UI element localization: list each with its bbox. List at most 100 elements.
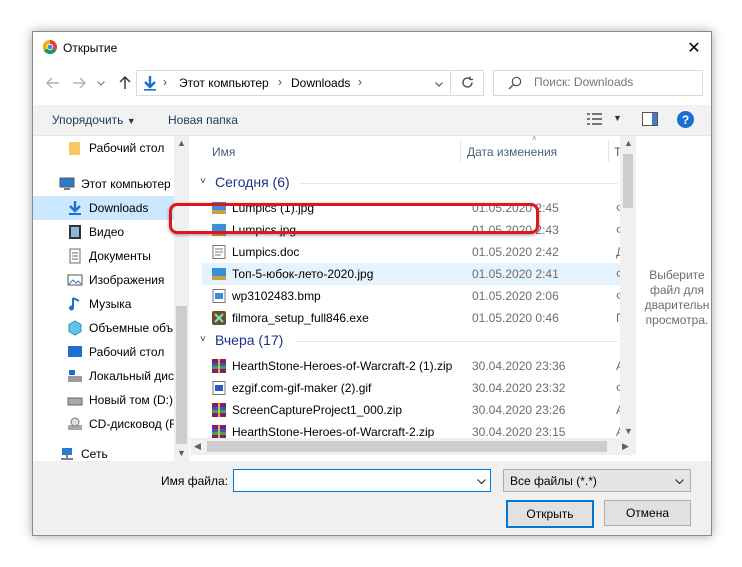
file-list-vertical-scrollbar[interactable]: ▲ ▼ — [620, 136, 636, 438]
group-header-yesterday[interactable]: Вчера (17) — [215, 332, 283, 348]
command-bar: Упорядочить ▼ Новая папка ▼ ? — [33, 105, 711, 136]
group-divider — [300, 183, 618, 184]
gif-file-icon — [212, 381, 226, 395]
sidebar-item-downloads[interactable]: Downloads — [33, 196, 189, 220]
close-button[interactable]: ✕ — [677, 32, 711, 63]
filename-dropdown-icon[interactable] — [477, 473, 486, 487]
help-button[interactable]: ? — [677, 111, 694, 128]
chrome-icon — [43, 40, 57, 54]
search-box[interactable] — [493, 70, 703, 96]
recent-locations-button[interactable] — [95, 75, 107, 91]
search-input[interactable] — [534, 75, 694, 89]
breadcrumb-chevron-icon: › — [358, 75, 362, 89]
sidebar-item-label: Downloads — [89, 201, 149, 215]
new-folder-button[interactable]: Новая папка — [168, 113, 238, 127]
file-list: Имя Дата изменения Т ˄ ˅ Сегодня (6) Lum… — [190, 136, 620, 461]
sidebar-item-video[interactable]: Видео — [33, 220, 189, 244]
video-icon — [69, 225, 81, 239]
file-name: Топ-5-юбок-лето-2020.jpg — [232, 267, 374, 281]
sidebar-item-pictures[interactable]: Изображения — [33, 268, 189, 292]
arrow-left-icon — [46, 77, 59, 89]
group-header-today[interactable]: Сегодня (6) — [215, 174, 290, 190]
desktop-icon — [68, 346, 82, 357]
file-row[interactable]: wp3102483.bmp 01.05.2020 2:06 Ф — [202, 285, 620, 307]
view-dropdown-icon[interactable]: ▼ — [613, 113, 622, 123]
column-date[interactable]: Дата изменения — [467, 145, 557, 159]
sidebar-item-label: Объемные объ — [89, 321, 174, 335]
download-icon — [69, 201, 81, 215]
group-collapse-icon[interactable]: ˅ — [200, 334, 206, 345]
filename-input[interactable] — [237, 472, 467, 488]
forward-button[interactable] — [71, 75, 87, 91]
organize-button[interactable]: Упорядочить ▼ — [52, 113, 136, 127]
filename-field[interactable] — [233, 469, 491, 492]
group-collapse-icon[interactable]: ˅ — [200, 176, 206, 187]
file-name: ezgif.com-gif-maker (2).gif — [232, 381, 372, 395]
refresh-icon — [461, 76, 473, 88]
documents-icon — [69, 248, 81, 264]
sidebar-item-documents[interactable]: Документы — [33, 244, 189, 268]
drive-icon — [67, 397, 83, 406]
file-type-filter[interactable]: Все файлы (*.*) — [503, 469, 691, 492]
sidebar-scroll-thumb[interactable] — [176, 306, 187, 444]
file-date: 01.05.2020 2:42 — [472, 245, 559, 259]
horizontal-scroll-thumb[interactable] — [207, 441, 607, 452]
file-row[interactable]: Топ-5-юбок-лето-2020.jpg 01.05.2020 2:41… — [202, 263, 620, 285]
file-row[interactable]: Lumpics.doc 01.05.2020 2:42 Д — [202, 241, 620, 263]
open-button[interactable]: Открыть — [506, 500, 594, 528]
sidebar-item-local-disk[interactable]: Локальный дис — [33, 364, 189, 388]
scroll-up-icon[interactable]: ▲ — [177, 138, 186, 148]
sidebar-item-label: Видео — [89, 225, 125, 239]
file-name: Lumpics.doc — [232, 245, 300, 259]
breadcrumb-downloads[interactable]: Downloads — [291, 76, 350, 90]
cancel-button[interactable]: Отмена — [604, 500, 691, 526]
scroll-down-icon[interactable]: ▼ — [624, 426, 633, 436]
address-bar[interactable]: › Этот компьютер › Downloads › — [136, 70, 484, 96]
preview-line: файл для — [649, 283, 705, 297]
file-row[interactable]: ezgif.com-gif-maker (2).gif 30.04.2020 2… — [202, 377, 620, 399]
file-date: 30.04.2020 23:26 — [472, 403, 566, 417]
local-disk-icon — [68, 370, 82, 382]
file-list-scroll-thumb[interactable] — [623, 154, 633, 208]
file-list-horizontal-scrollbar[interactable]: ◀ ▶ — [190, 438, 636, 455]
sidebar-item-desktop-quick[interactable]: Рабочий стол — [33, 136, 189, 160]
file-row[interactable]: HearthStone-Heroes-of-Warcraft-2 (1).zip… — [202, 355, 620, 377]
sidebar-item-volume-d[interactable]: Новый том (D:) — [33, 388, 189, 412]
sidebar-item-music[interactable]: Музыка — [33, 292, 189, 316]
sidebar-item-network[interactable]: Сеть — [33, 442, 189, 461]
image-file-icon — [212, 268, 226, 280]
column-name[interactable]: Имя — [212, 145, 235, 159]
sidebar-item-label: Документы — [89, 249, 151, 263]
breadcrumb-this-pc[interactable]: Этот компьютер — [179, 76, 269, 90]
sidebar-item-3d-objects[interactable]: Объемные объ — [33, 316, 189, 340]
file-date: 30.04.2020 23:36 — [472, 359, 566, 373]
sidebar-item-cd-drive[interactable]: CD-дисковод (F — [33, 412, 189, 436]
view-options-button[interactable] — [587, 112, 603, 129]
file-row[interactable]: filmora_setup_full846.exe 01.05.2020 0:4… — [202, 307, 620, 329]
file-type-filter-value: Все файлы (*.*) — [510, 474, 597, 488]
refresh-button[interactable] — [450, 70, 483, 94]
open-file-dialog: Открытие ✕ › Этот компьютер › Downloads … — [32, 31, 712, 536]
scroll-right-icon[interactable]: ▶ — [622, 441, 629, 452]
organize-label: Упорядочить — [52, 113, 124, 127]
sidebar-scrollbar[interactable]: ▲ ▼ — [174, 136, 189, 461]
filename-label: Имя файла: — [161, 474, 228, 488]
up-button[interactable] — [117, 75, 133, 91]
file-row[interactable]: ScreenCaptureProject1_000.zip 30.04.2020… — [202, 399, 620, 421]
sidebar-item-label: Рабочий стол — [89, 141, 165, 155]
file-date: 01.05.2020 2:41 — [472, 267, 559, 281]
back-button[interactable] — [45, 75, 61, 91]
address-dropdown-icon[interactable] — [435, 76, 443, 90]
scroll-left-icon[interactable]: ◀ — [194, 441, 201, 452]
sidebar-item-this-pc[interactable]: Этот компьютер — [33, 172, 189, 196]
file-date: 30.04.2020 23:15 — [472, 425, 566, 439]
scroll-down-icon[interactable]: ▼ — [177, 448, 186, 458]
bitmap-file-icon — [212, 289, 226, 303]
archive-file-icon — [212, 403, 226, 417]
chevron-down-icon — [97, 80, 105, 86]
sidebar-item-label: Рабочий стол — [89, 345, 165, 359]
sidebar-item-desktop[interactable]: Рабочий стол — [33, 340, 189, 364]
preview-pane-icon — [642, 112, 658, 126]
scroll-up-icon[interactable]: ▲ — [624, 138, 633, 148]
preview-pane-button[interactable] — [642, 112, 658, 129]
